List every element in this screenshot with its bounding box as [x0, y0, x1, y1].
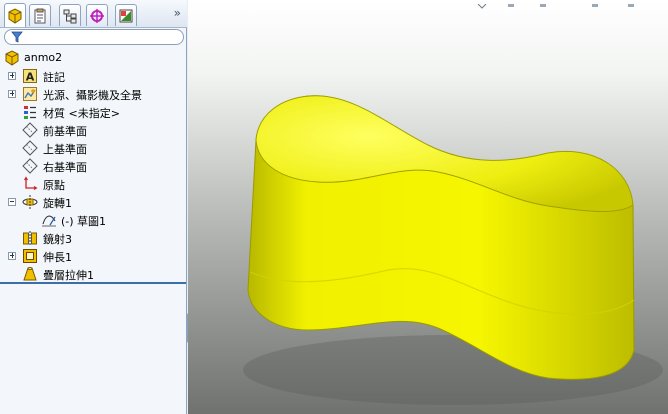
- feature-manager-panel: » anmo2 A 註記 光源、攝影機及全景 材質 <未指定> 前基準面 上基準…: [0, 0, 187, 414]
- rollback-bar[interactable]: [0, 282, 186, 284]
- propertymanager-tab[interactable]: [29, 4, 51, 26]
- 3d-model[interactable]: [188, 0, 668, 414]
- graphics-area[interactable]: [188, 0, 668, 414]
- tree-item-revolve[interactable]: 旋轉1: [0, 193, 186, 211]
- tree-item-right-plane[interactable]: 右基準面: [0, 157, 186, 175]
- tree-item-loft[interactable]: 疊層拉伸1: [0, 265, 186, 283]
- tree-item-lights-cameras-scene[interactable]: 光源、攝影機及全景: [0, 85, 186, 103]
- mirror-icon: [23, 231, 37, 246]
- material-icon: [24, 106, 36, 119]
- tree-item-top-plane[interactable]: 上基準面: [0, 139, 186, 157]
- manager-tab-bar: »: [0, 0, 187, 28]
- feature-filter-field[interactable]: [4, 29, 184, 45]
- tree-item-sketch[interactable]: (-) 草圖1: [0, 211, 186, 229]
- sketch-icon: [42, 215, 56, 227]
- featuremanager-tab[interactable]: [4, 3, 26, 27]
- svg-text:A: A: [26, 71, 35, 84]
- expand-icon[interactable]: [8, 90, 16, 98]
- filter-icon: [11, 31, 23, 43]
- expand-icon[interactable]: [8, 72, 16, 80]
- tree-item-front-plane[interactable]: 前基準面: [0, 121, 186, 139]
- tree-item-label: 伸長1: [43, 251, 72, 264]
- configurationmanager-tab[interactable]: [59, 4, 81, 26]
- tree-item-label: 原點: [43, 179, 65, 192]
- display-manager-tab[interactable]: [115, 4, 137, 26]
- tree-item-label: (-) 草圖1: [61, 215, 107, 228]
- lights-scene-icon: [23, 87, 37, 101]
- expand-icon[interactable]: [8, 252, 16, 260]
- tree-item-mirror[interactable]: 鏡射3: [0, 229, 186, 247]
- tree-item-label: 材質 <未指定>: [43, 107, 120, 120]
- tree-item-label: 右基準面: [43, 161, 87, 174]
- tree-item-label: 前基準面: [43, 125, 87, 138]
- more-tabs-button[interactable]: »: [174, 6, 181, 20]
- tree-item-label: 上基準面: [43, 143, 87, 156]
- collapse-icon[interactable]: [8, 198, 16, 206]
- extrude-icon: [23, 249, 37, 263]
- tree-item-label: 旋轉1: [43, 197, 72, 210]
- tree-item-label: 註記: [43, 71, 65, 84]
- tree-item-label: anmo2: [24, 51, 63, 64]
- part-icon: [5, 50, 19, 66]
- tree-item-material[interactable]: 材質 <未指定>: [0, 103, 186, 121]
- tree-item-extrude[interactable]: 伸長1: [0, 247, 186, 265]
- origin-icon: [24, 176, 38, 190]
- tree-item-label: 鏡射3: [43, 233, 72, 246]
- loft-icon: [23, 267, 37, 281]
- property-icon: [34, 8, 46, 23]
- plane-icon: [22, 140, 38, 156]
- dimxpert-tab[interactable]: [86, 4, 108, 26]
- revolve-icon: [22, 195, 38, 209]
- display-manager-icon: [119, 9, 133, 22]
- part-icon: [8, 7, 22, 24]
- tree-item-label: 光源、攝影機及全景: [43, 89, 142, 102]
- dimxpert-icon: [90, 8, 104, 23]
- configuration-icon: [63, 9, 77, 23]
- plane-icon: [22, 122, 38, 138]
- annotation-icon: A: [23, 69, 37, 84]
- tree-item-annotations[interactable]: A 註記: [0, 67, 186, 85]
- tree-item-root[interactable]: anmo2: [0, 49, 186, 67]
- plane-icon: [22, 158, 38, 174]
- tree-item-origin[interactable]: 原點: [0, 175, 186, 193]
- tree-item-label: 疊層拉伸1: [43, 269, 94, 282]
